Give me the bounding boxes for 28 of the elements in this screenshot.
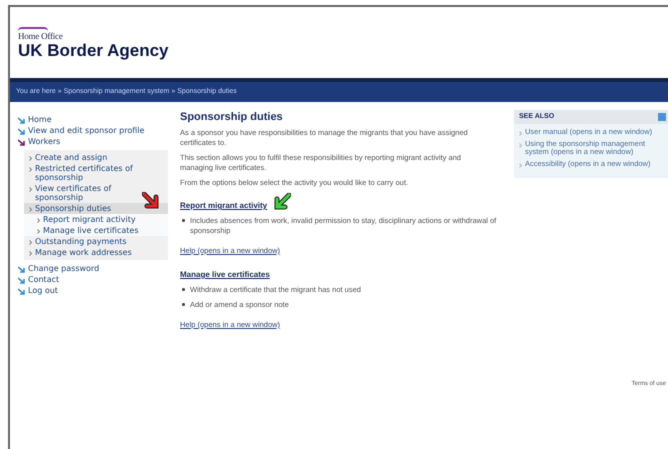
site-title: UK Border Agency xyxy=(18,41,169,61)
chevron-icon xyxy=(519,131,522,136)
nav-link[interactable]: Home xyxy=(28,115,52,124)
page-heading: Sponsorship duties xyxy=(180,112,284,122)
subnav-link[interactable]: View certificates of sponsorship xyxy=(35,184,156,202)
nav-link[interactable]: View and edit sponsor profile xyxy=(28,126,144,135)
nav-link[interactable]: Workers xyxy=(28,137,60,146)
subnav-link[interactable]: Manage work addresses xyxy=(35,248,132,257)
section-link[interactable]: Manage live certificates xyxy=(180,270,270,280)
logo-text: Home Office xyxy=(18,31,63,41)
subnav-link[interactable]: Outstanding payments xyxy=(35,237,127,246)
nav-link[interactable]: Log out xyxy=(28,286,58,295)
chevron-icon xyxy=(29,167,32,172)
chevron-icon xyxy=(29,207,32,212)
chevron-icon xyxy=(29,240,32,245)
subnav-link[interactable]: Restricted certificates of sponsorship xyxy=(35,164,156,182)
nav-link[interactable]: Change password xyxy=(28,264,100,273)
section-link[interactable]: Report migrant activity xyxy=(180,201,268,211)
nav-link[interactable]: Contact xyxy=(28,275,60,284)
chevron-icon xyxy=(37,229,40,234)
logo-arc-icon xyxy=(18,27,48,31)
chevron-icon xyxy=(519,143,522,148)
chevron-icon xyxy=(519,163,522,168)
chevron-icon xyxy=(29,156,32,161)
chevron-icon xyxy=(37,218,40,223)
chevron-icon xyxy=(29,187,32,192)
subnav-link[interactable]: Create and assign xyxy=(35,153,108,162)
chevron-icon xyxy=(29,251,32,256)
